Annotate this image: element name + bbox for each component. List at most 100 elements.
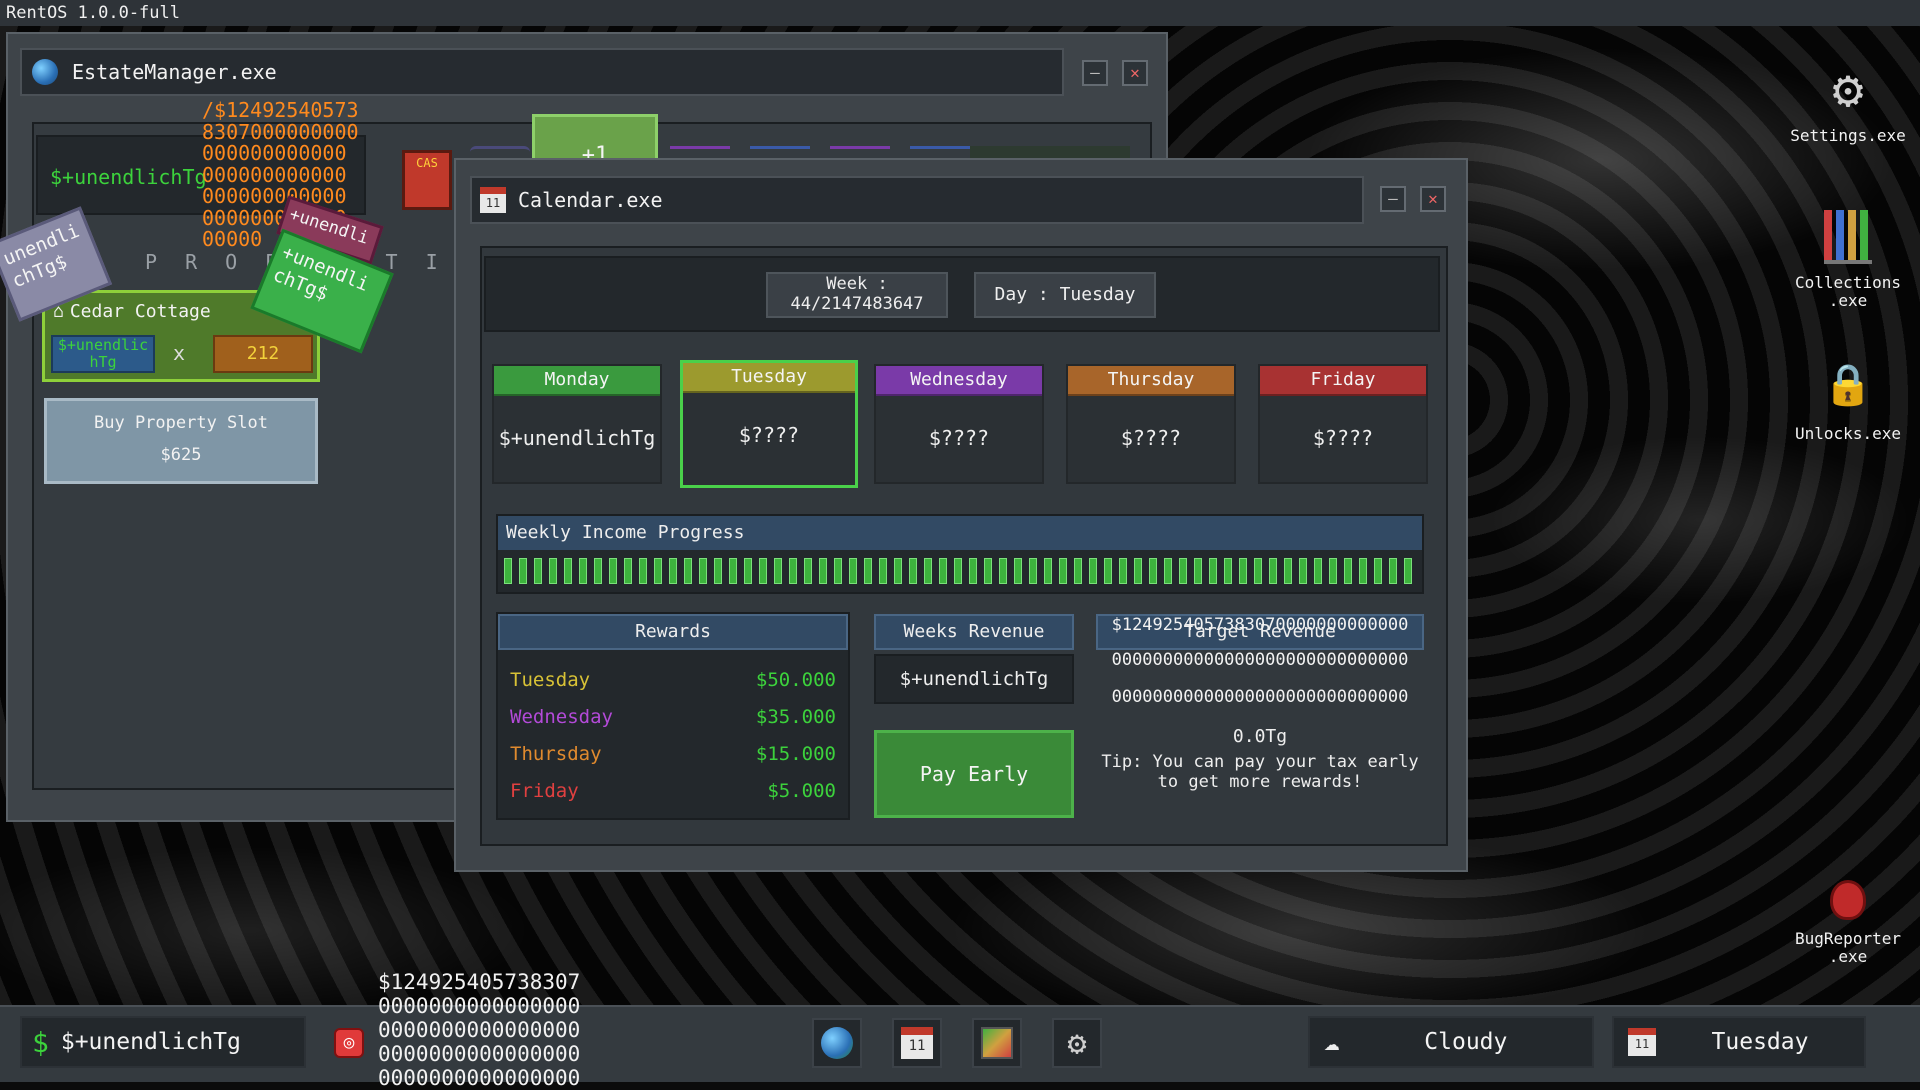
progress-segment: [534, 558, 542, 584]
progress-segment: [729, 558, 737, 584]
progress-segment: [984, 558, 992, 584]
progress-segment: [1254, 558, 1262, 584]
week-header-panel: [484, 256, 1440, 332]
progress-segment: [1179, 558, 1187, 584]
progress-segment: [924, 558, 932, 584]
week-indicator: Week : 44/2147483647: [766, 272, 948, 318]
progress-segment: [969, 558, 977, 584]
globe-icon: [32, 59, 58, 85]
progress-segment: [609, 558, 617, 584]
progress-segment: [744, 558, 752, 584]
taskbar-collections-button[interactable]: [972, 1018, 1022, 1068]
property-name: Cedar Cottage: [69, 301, 211, 322]
taskbar-estate-manager-button[interactable]: [812, 1018, 862, 1068]
taskbar-balance: $ $+unendlichTg: [20, 1016, 306, 1068]
progress-segment: [1224, 558, 1232, 584]
day-name: Friday: [1260, 366, 1426, 396]
day-name: Tuesday: [683, 363, 855, 393]
progress-segment: [1074, 558, 1082, 584]
day-value: $????: [1120, 426, 1182, 450]
taskbar-day: 11 Tuesday: [1612, 1016, 1866, 1068]
cloud-icon: ☁: [1324, 1027, 1340, 1057]
progress-segment: [849, 558, 857, 584]
progress-segment: [639, 558, 647, 584]
progress-segment: [1314, 558, 1322, 584]
day-name: Thursday: [1068, 366, 1234, 396]
progress-segment: [1149, 558, 1157, 584]
reward-row: Wednesday $35.000: [510, 706, 836, 728]
progress-segment: [699, 558, 707, 584]
progress-title: Weekly Income Progress: [498, 516, 1422, 550]
progress-segment: [789, 558, 797, 584]
progress-segment: [1014, 558, 1022, 584]
day-card-tuesday[interactable]: Tuesday $????: [680, 360, 858, 488]
day-card-wednesday[interactable]: Wednesday $????: [874, 364, 1044, 484]
multiply-sign: x: [173, 341, 186, 365]
progress-segment: [714, 558, 722, 584]
progress-segment: [654, 558, 662, 584]
bugreporter-app-icon[interactable]: BugReporter .exe: [1778, 880, 1918, 966]
os-title-bar: RentOS 1.0.0-full: [0, 0, 1920, 26]
minimize-button[interactable]: —: [1380, 186, 1406, 212]
lock-icon: 🔒: [1823, 362, 1873, 408]
progress-segment: [1194, 558, 1202, 584]
minimize-button[interactable]: —: [1082, 60, 1108, 86]
taskbar-settings-button[interactable]: ⚙: [1052, 1018, 1102, 1068]
progress-segment: [564, 558, 572, 584]
progress-segment: [1359, 558, 1367, 584]
unlocks-app-icon[interactable]: 🔒 Unlocks.exe: [1778, 360, 1918, 443]
progress-segment: [819, 558, 827, 584]
collections-app-icon[interactable]: Collections .exe: [1778, 210, 1918, 310]
day-value: $????: [1312, 426, 1374, 450]
progress-segment: [594, 558, 602, 584]
settings-app-icon[interactable]: ⚙ Settings.exe: [1778, 62, 1918, 145]
property-income: $+unendlic hTg: [51, 335, 155, 373]
estate-balance: $+unendlichTg: [50, 165, 207, 189]
pay-early-button[interactable]: Pay Early: [874, 730, 1074, 818]
taskbar-calendar-button[interactable]: 11: [892, 1018, 942, 1068]
progress-segment: [774, 558, 782, 584]
day-name: Monday: [494, 366, 660, 396]
progress-segment: [954, 558, 962, 584]
calendar-icon: 11: [480, 187, 506, 213]
buy-property-slot-button[interactable]: Buy Property Slot $625: [44, 398, 318, 484]
cash-register-icon[interactable]: CAS: [402, 150, 452, 210]
progress-segment: [864, 558, 872, 584]
close-button[interactable]: ✕: [1122, 60, 1148, 86]
bug-icon: [1830, 880, 1866, 920]
alert-icon[interactable]: ◎: [334, 1028, 364, 1058]
day-value: $????: [928, 426, 990, 450]
progress-segment: [1119, 558, 1127, 584]
estate-manager-titlebar[interactable]: EstateManager.exe: [20, 48, 1064, 96]
progress-segment: [804, 558, 812, 584]
calendar-titlebar[interactable]: 11 Calendar.exe: [470, 176, 1364, 224]
estate-manager-title: EstateManager.exe: [72, 60, 277, 84]
progress-segment: [624, 558, 632, 584]
collections-icon: [981, 1027, 1013, 1059]
target-revenue-tg: 0.0Tg: [1232, 726, 1288, 747]
rewards-title: Rewards: [498, 614, 848, 650]
progress-segment: [1299, 558, 1307, 584]
day-indicator: Day : Tuesday: [974, 272, 1156, 318]
progress-segment: [1344, 558, 1352, 584]
os-title: RentOS 1.0.0-full: [6, 3, 180, 23]
close-button[interactable]: ✕: [1420, 186, 1446, 212]
collections-icon: [1824, 210, 1872, 264]
progress-segment: [579, 558, 587, 584]
progress-segment: [1134, 558, 1142, 584]
reward-row: Thursday $15.000: [510, 743, 836, 765]
rewards-panel: Rewards Tuesday $50.000 Wednesday $35.00…: [496, 612, 850, 820]
progress-segment: [1389, 558, 1397, 584]
progress-segment: [504, 558, 512, 584]
weeks-revenue-value: $+unendlichTg: [874, 654, 1074, 704]
progress-segment: [1239, 558, 1247, 584]
progress-segment: [1404, 558, 1412, 584]
day-value: $+unendlichTg: [498, 426, 656, 450]
day-card-friday[interactable]: Friday $????: [1258, 364, 1428, 484]
day-card-monday[interactable]: Monday $+unendlichTg: [492, 364, 662, 484]
globe-icon: [821, 1027, 853, 1059]
progress-segment: [684, 558, 692, 584]
progress-segment: [1269, 558, 1277, 584]
day-card-thursday[interactable]: Thursday $????: [1066, 364, 1236, 484]
buy-slot-label: Buy Property Slot: [94, 413, 268, 433]
